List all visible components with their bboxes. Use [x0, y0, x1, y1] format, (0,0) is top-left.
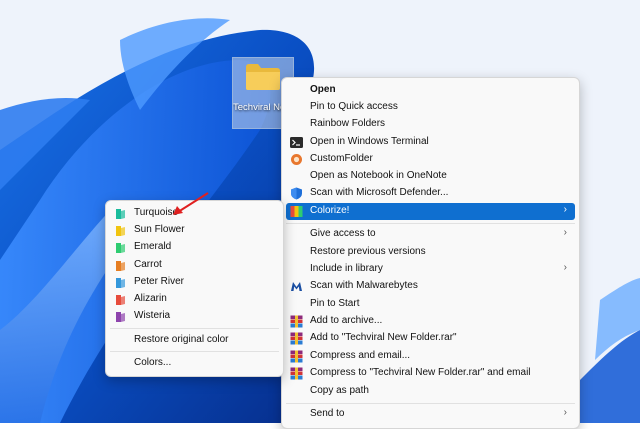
chevron-right-icon: › [563, 262, 567, 273]
chevron-right-icon: › [563, 227, 567, 238]
malwarebytes-icon [291, 282, 302, 291]
menu-item-scan-defender[interactable]: Scan with Microsoft Defender... [286, 185, 575, 202]
menu-separator [110, 351, 279, 352]
color-item-label: Carrot [134, 259, 162, 270]
folder-color-icon [116, 295, 125, 305]
winrar-icon [290, 332, 303, 345]
annotation-arrow-icon [173, 192, 209, 215]
color-item-sun-flower[interactable]: Sun Flower [110, 222, 279, 239]
color-item-emerald[interactable]: Emerald [110, 239, 279, 256]
menu-item-pin-start[interactable]: Pin to Start [286, 296, 575, 313]
menu-item-label: Scan with Malwarebytes [310, 280, 418, 291]
menu-item-label: Add to archive... [310, 315, 383, 326]
colorize-submenu: Turquoise Sun Flower Emerald Carrot Pete… [105, 200, 284, 377]
menu-item-label: Give access to [310, 228, 376, 239]
menu-item-label: Colors... [134, 357, 172, 368]
menu-item-scan-malwarebytes[interactable]: Scan with Malwarebytes [286, 278, 575, 295]
defender-shield-icon [291, 187, 302, 200]
color-item-label: Wisteria [134, 310, 171, 321]
context-menu: Open Pin to Quick access Rainbow Folders… [281, 77, 580, 429]
colorize-icon [290, 206, 303, 217]
menu-item-restore-versions[interactable]: Restore previous versions [286, 244, 575, 261]
menu-item-label: Send to [310, 408, 345, 419]
color-item-label: Sun Flower [134, 224, 185, 235]
terminal-icon [290, 137, 303, 148]
restore-original-color-item[interactable]: Restore original color [110, 332, 279, 349]
menu-item-open-onenote[interactable]: Open as Notebook in OneNote [286, 168, 575, 185]
menu-item-label: Compress and email... [310, 350, 411, 361]
menu-item-label: Pin to Start [310, 298, 360, 309]
menu-item-label: Scan with Microsoft Defender... [310, 187, 449, 198]
menu-item-rainbow-folders[interactable]: Rainbow Folders [286, 116, 575, 133]
chevron-right-icon: › [563, 407, 567, 418]
folder-color-icon [116, 261, 125, 271]
menu-separator [286, 403, 575, 404]
color-item-peter-river[interactable]: Peter River [110, 274, 279, 291]
winrar-icon [290, 315, 303, 328]
menu-item-customfolder[interactable]: CustomFolder [286, 151, 575, 168]
menu-item-pin-quick-access[interactable]: Pin to Quick access [286, 99, 575, 116]
chevron-right-icon: › [563, 204, 567, 215]
menu-item-add-rar[interactable]: Add to "Techviral New Folder.rar" [286, 330, 575, 347]
menu-item-label: Open [310, 84, 336, 95]
color-item-label: Peter River [134, 276, 185, 287]
folder-icon [246, 64, 280, 90]
menu-item-label: CustomFolder [310, 153, 373, 164]
customfolder-icon [291, 154, 302, 165]
menu-item-label: Copy as path [310, 385, 369, 396]
menu-item-compress-rar-email[interactable]: Compress to "Techviral New Folder.rar" a… [286, 365, 575, 382]
menu-item-label: Include in library [310, 263, 383, 274]
menu-item-label: Pin to Quick access [310, 101, 398, 112]
menu-item-add-archive[interactable]: Add to archive... [286, 313, 575, 330]
folder-color-icon [116, 312, 125, 322]
color-item-label: Emerald [134, 241, 172, 252]
menu-item-open-terminal[interactable]: Open in Windows Terminal [286, 134, 575, 151]
menu-item-give-access[interactable]: Give access to › [286, 226, 575, 243]
menu-item-label: Restore previous versions [310, 246, 426, 257]
menu-separator [286, 223, 575, 224]
menu-item-label: Open as Notebook in OneNote [310, 170, 447, 181]
menu-item-colorize[interactable]: Colorize! › [286, 203, 575, 220]
menu-item-label: Add to "Techviral New Folder.rar" [310, 332, 457, 343]
menu-item-label: Compress to "Techviral New Folder.rar" a… [310, 367, 531, 378]
menu-item-include-library[interactable]: Include in library › [286, 261, 575, 278]
colors-dialog-item[interactable]: Colors... [110, 355, 279, 372]
menu-item-compress-email[interactable]: Compress and email... [286, 348, 575, 365]
winrar-icon [290, 367, 303, 380]
menu-item-label: Colorize! [310, 205, 350, 216]
menu-item-copy-path[interactable]: Copy as path [286, 383, 575, 400]
menu-item-open[interactable]: Open [286, 82, 575, 99]
color-item-wisteria[interactable]: Wisteria [110, 308, 279, 325]
folder-color-icon [116, 226, 125, 236]
menu-item-label: Open in Windows Terminal [310, 136, 429, 147]
color-item-label: Alizarin [134, 293, 167, 304]
menu-item-label: Rainbow Folders [310, 118, 386, 129]
folder-color-icon [116, 209, 125, 219]
folder-color-icon [116, 278, 125, 288]
color-item-alizarin[interactable]: Alizarin [110, 291, 279, 308]
menu-item-label: Restore original color [134, 334, 229, 345]
menu-separator [110, 328, 279, 329]
folder-color-icon [116, 243, 125, 253]
color-item-carrot[interactable]: Carrot [110, 257, 279, 274]
winrar-icon [290, 350, 303, 363]
menu-item-send-to[interactable]: Send to › [286, 406, 575, 423]
